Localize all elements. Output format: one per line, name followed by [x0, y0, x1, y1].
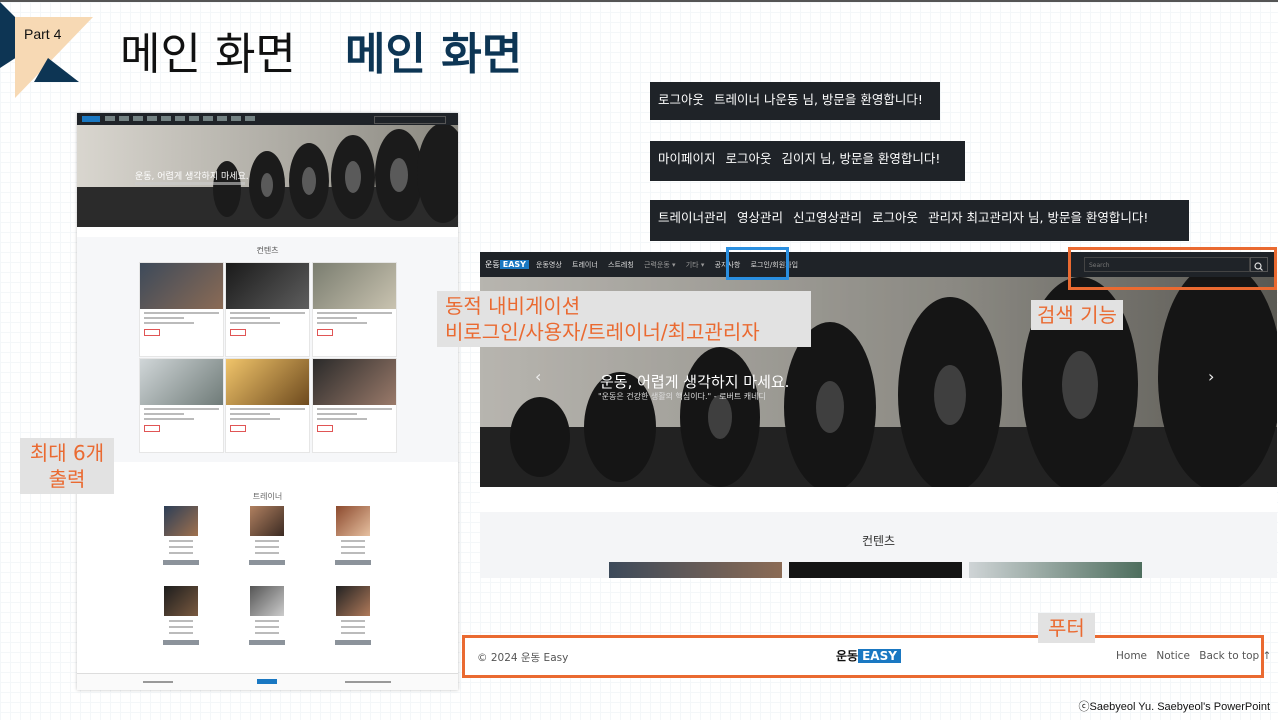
- nav-item-trainer[interactable]: 트레이너: [572, 261, 598, 269]
- main-page-screenshot-left: 운동, 어렵게 생각하지 마세요. 컨텐츠 트레이너: [77, 113, 458, 690]
- footer-note: 푸터: [1038, 613, 1095, 643]
- status-bar-item[interactable]: 김이지 님, 방문을 환영합니다!: [782, 151, 941, 166]
- carousel-prev-icon[interactable]: ‹: [535, 367, 541, 386]
- content-card: [139, 358, 224, 453]
- mini-search: [374, 116, 446, 124]
- mini-hero-text: 운동, 어렵게 생각하지 마세요.: [135, 172, 249, 182]
- footer-link-notice[interactable]: Notice: [1156, 650, 1190, 662]
- nav-item-strength[interactable]: 근력운동 ▾: [644, 261, 676, 269]
- status-bar-item[interactable]: 트레이너 나운동 님, 방문을 환영합니다!: [714, 92, 923, 107]
- content-card: [312, 358, 397, 453]
- max-six-note: 최대 6개 출력: [20, 438, 114, 494]
- status-bar-item[interactable]: 신고영상관리: [793, 210, 862, 225]
- status-bar-item[interactable]: 로그아웃: [658, 92, 704, 107]
- mini-footer: [77, 673, 458, 690]
- slide-title-thin: 메인 화면: [120, 29, 296, 80]
- nav-item-videos[interactable]: 운동영상: [536, 261, 562, 269]
- status-bar-item[interactable]: 관리자 최고관리자 님, 방문을 환영합니다!: [928, 210, 1148, 225]
- mini-navbar: [77, 113, 458, 125]
- mini-hero-subtext: [135, 182, 245, 185]
- mini-logo: [82, 116, 100, 122]
- footer-link-back-to-top[interactable]: Back to top ↑: [1199, 650, 1271, 662]
- content-thumb[interactable]: [969, 562, 1142, 578]
- copyright-credit: ⓒSaebyeol Yu. Saebyeol's PowerPoint: [1078, 701, 1270, 713]
- trainer-card: [247, 506, 287, 586]
- dynamic-nav-note-line1: 동적 내비게이션: [445, 294, 581, 318]
- trainer-card: [161, 586, 201, 666]
- nav-item-etc[interactable]: 기타 ▾: [686, 261, 705, 269]
- status-bar-item[interactable]: 영상관리: [737, 210, 783, 225]
- login-highlight-box: [726, 247, 789, 280]
- footer-link-home[interactable]: Home: [1116, 650, 1147, 662]
- trainer-card: [161, 506, 201, 586]
- max-six-note-line1: 최대 6개: [29, 441, 105, 465]
- trainer-card: [333, 506, 373, 586]
- content-card: [139, 262, 224, 357]
- hero-subtitle: "운동은 건강한 생활의 핵심이다." - 로버트 캐네디: [598, 392, 766, 401]
- content-card: [312, 262, 397, 357]
- brand-badge: EASY: [499, 260, 529, 269]
- content-section-title: 컨텐츠: [861, 534, 896, 548]
- trainer-card: [333, 586, 373, 666]
- brand-text: 운동: [485, 260, 500, 269]
- content-thumb[interactable]: [789, 562, 962, 578]
- search-highlight-box: [1068, 247, 1277, 290]
- part-corner-graphic: [0, 2, 93, 98]
- brand-logo[interactable]: 운동 EASY: [485, 259, 529, 270]
- nav-state-admin-bar: 트레이너관리 영상관리 신고영상관리 로그아웃 관리자 최고관리자 님, 방문을 환영합…: [650, 200, 1189, 241]
- nav-state-trainer-bar: 로그아웃 트레이너 나운동 님, 방문을 환영합니다!: [650, 82, 940, 120]
- part-label: Part 4: [24, 26, 62, 42]
- mini-trainer-title: 트레이너: [252, 492, 283, 501]
- mini-nav-links: [105, 116, 255, 121]
- footer-logo-badge: EASY: [858, 649, 901, 663]
- footer-copyright: © 2024 운동 Easy: [477, 652, 569, 664]
- footer-logo[interactable]: 운동 EASY: [836, 647, 901, 664]
- footer-links: Home Notice Back to top ↑: [1116, 650, 1277, 662]
- mini-hero-banner: 운동, 어렵게 생각하지 마세요.: [77, 125, 458, 227]
- max-six-note-line2: 출력: [48, 467, 86, 491]
- status-bar-item[interactable]: 마이페이지: [658, 151, 716, 166]
- carousel-next-icon[interactable]: ›: [1208, 367, 1214, 386]
- dynamic-nav-note: 동적 내비게이션 비로그인/사용자/트레이너/최고관리자: [437, 291, 811, 347]
- status-bar-item[interactable]: 트레이너관리: [658, 210, 727, 225]
- nav-item-stretching[interactable]: 스트레칭: [608, 261, 634, 269]
- status-bar-item[interactable]: 로그아웃: [726, 151, 772, 166]
- content-card: [225, 358, 310, 453]
- carousel-indicators[interactable]: [855, 475, 900, 487]
- nav-state-user-bar: 마이페이지 로그아웃 김이지 님, 방문을 환영합니다!: [650, 141, 965, 181]
- slide-title-bold: 메인 화면: [345, 29, 523, 80]
- content-card: [225, 262, 310, 357]
- hero-title: 운동, 어렵게 생각하지 마세요.: [600, 373, 790, 391]
- trainer-card: [247, 586, 287, 666]
- dynamic-nav-note-line2: 비로그인/사용자/트레이너/최고관리자: [445, 320, 760, 344]
- content-thumb[interactable]: [609, 562, 782, 578]
- search-note: 검색 기능: [1031, 300, 1123, 330]
- status-bar-item[interactable]: 로그아웃: [872, 210, 918, 225]
- footer-logo-text: 운동: [836, 649, 859, 663]
- mini-content-title: 컨텐츠: [256, 246, 279, 255]
